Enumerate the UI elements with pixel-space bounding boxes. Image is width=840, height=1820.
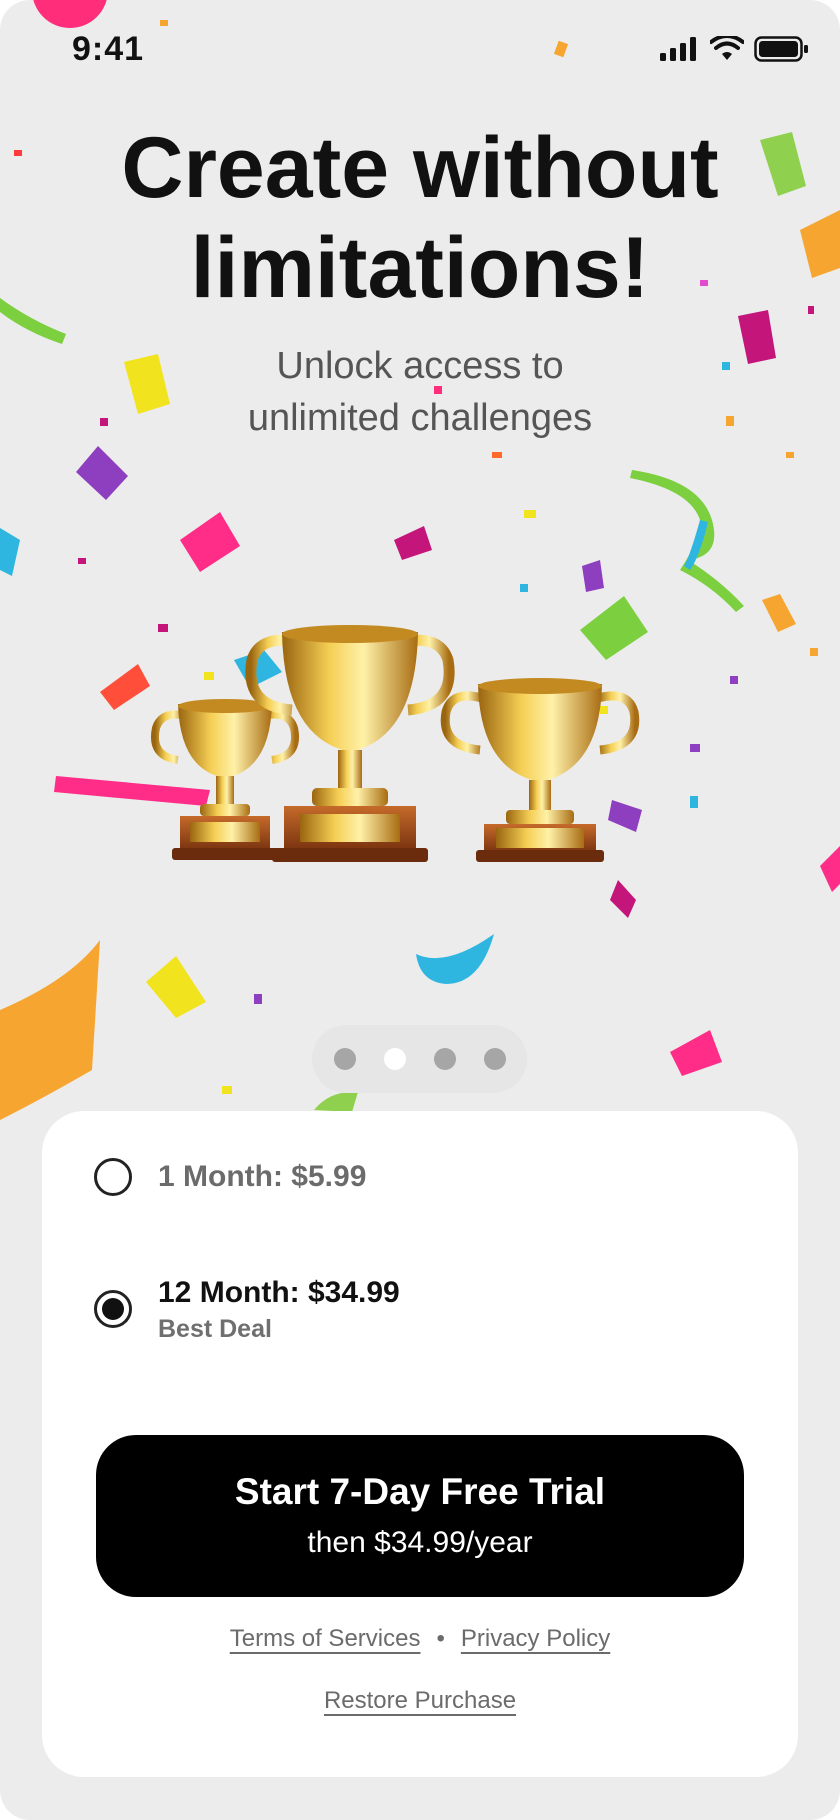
- status-icons: [660, 36, 810, 62]
- plan-option-monthly[interactable]: 1 Month: $5.99: [94, 1158, 366, 1196]
- privacy-link[interactable]: Privacy Policy: [461, 1625, 610, 1653]
- page-dot-2-active[interactable]: [383, 1048, 406, 1070]
- best-deal-badge: Best Deal: [158, 1315, 272, 1343]
- cta-title: Start 7-Day Free Trial: [234, 1471, 606, 1512]
- cta-subtitle: then $34.99/year: [307, 1526, 533, 1559]
- hero-subtitle-line-1: Unlock access to: [276, 345, 564, 387]
- hero-title: Create without limitations!: [0, 118, 840, 318]
- radio-selected-dot: [102, 1298, 124, 1320]
- restore-container: Restore Purchase: [42, 1687, 798, 1715]
- hero-subtitle-line-2: unlimited challenges: [247, 397, 593, 439]
- start-free-trial-button[interactable]: Start 7-Day Free Trial then $34.99/year: [96, 1435, 744, 1597]
- plan-option-monthly-text: 1 Month: $5.99: [158, 1158, 366, 1196]
- legal-links: Terms of Services • Privacy Policy: [42, 1625, 798, 1653]
- paywall-screen: 9:41 Create without limitations! Unlock …: [0, 0, 840, 1820]
- subscription-card: 1 Month: $5.99 12 Month: $34.99 Best Dea…: [42, 1111, 798, 1777]
- radio-unselected-icon[interactable]: [94, 1158, 132, 1196]
- plan-yearly-title: 12 Month: $34.99: [158, 1276, 400, 1309]
- links-separator: •: [436, 1625, 445, 1652]
- hero-subtitle: Unlock access to unlimited challenges: [0, 340, 840, 444]
- page-dot-4[interactable]: [483, 1048, 506, 1070]
- plan-monthly-title: 1 Month: $5.99: [158, 1160, 367, 1193]
- battery-icon: [754, 36, 808, 62]
- plan-option-yearly-text: 12 Month: $34.99 Best Deal: [158, 1274, 400, 1344]
- wifi-icon: [710, 36, 744, 60]
- carousel-page-indicator: [312, 1025, 527, 1093]
- status-bar: 9:41: [0, 0, 840, 100]
- page-dot-3[interactable]: [433, 1048, 456, 1070]
- trophy-icon: [440, 678, 640, 862]
- signal-icon: [660, 37, 696, 61]
- status-time: 9:41: [72, 30, 145, 68]
- plan-option-yearly[interactable]: 12 Month: $34.99 Best Deal: [94, 1274, 400, 1344]
- hero-title-line-1: Create without: [121, 120, 719, 216]
- trophy-icon: [151, 699, 299, 860]
- trophy-icon: [245, 625, 455, 862]
- restore-purchase-link[interactable]: Restore Purchase: [324, 1687, 516, 1714]
- terms-link[interactable]: Terms of Services: [230, 1625, 421, 1653]
- page-dot-1[interactable]: [333, 1048, 356, 1070]
- hero-title-line-2: limitations!: [190, 220, 650, 316]
- trophies-illustration: [151, 625, 640, 862]
- radio-selected-icon[interactable]: [94, 1290, 132, 1328]
